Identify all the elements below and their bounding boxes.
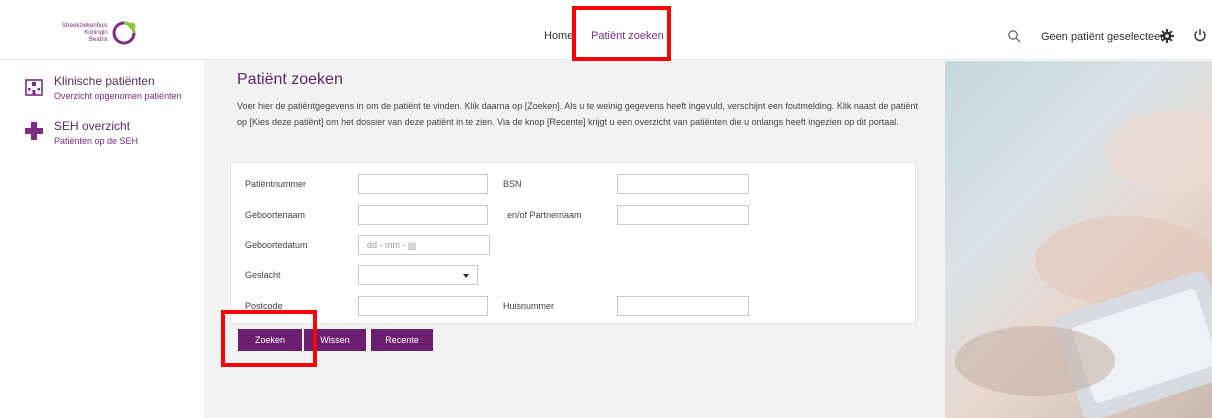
search-icon[interactable] [1007, 29, 1021, 43]
huisnummer-input[interactable] [617, 296, 749, 316]
recente-button[interactable]: Recente [371, 329, 433, 351]
sidebar-item-subtitle: Overzicht opgenomen patiënten [54, 91, 182, 101]
geslacht-select[interactable] [358, 265, 478, 285]
hands-tablet-image [955, 111, 1212, 418]
patient-status[interactable]: Geen patiënt geselecteerd [1041, 31, 1170, 43]
chevron-down-icon [463, 274, 469, 278]
bsn-label: BSN [503, 179, 522, 189]
geboortedatum-placeholder: dd - mm - jjjj [367, 240, 416, 250]
bsn-input[interactable] [617, 174, 749, 194]
logo-text: Streekziekenhuis Koningin Beatrix [62, 22, 108, 43]
geboortedatum-input[interactable]: dd - mm - jjjj [358, 235, 490, 255]
main-content: Patiënt zoeken Voer hier de patiëntgegev… [207, 61, 945, 418]
search-form: Patiëntnummer BSN Geboortenaam en/of Par… [230, 162, 916, 324]
geslacht-label: Geslacht [245, 270, 281, 280]
hospital-icon [25, 79, 43, 96]
huisnummer-label: Huisnummer [503, 301, 555, 311]
sidebar-item-subtitle: Patiënten op de SEH [54, 136, 139, 146]
logo-mark-icon [112, 21, 136, 45]
postcode-input[interactable] [358, 296, 488, 316]
app-header: Streekziekenhuis Koningin Beatrix Home P… [0, 0, 1212, 61]
geboortenaam-label: Geboortenaam [245, 210, 306, 220]
hero-photo [945, 61, 1212, 418]
power-icon[interactable] [1193, 28, 1207, 42]
nav-home[interactable]: Home [544, 30, 573, 42]
hospital-logo[interactable]: Streekziekenhuis Koningin Beatrix [62, 20, 137, 46]
sidebar-item-seh-overzicht[interactable]: SEH overzicht Patiënten op de SEH [24, 119, 138, 148]
sidebar-item-title: Klinische patiënten [54, 74, 155, 88]
intro-text: Voer hier de patiëntgegevens in om de pa… [237, 101, 918, 127]
partnernaam-label: en/of Partnernaam [507, 210, 582, 220]
patientnummer-label: Patiëntnummer [245, 179, 307, 189]
highlight-box-nav [572, 6, 671, 61]
sidebar-item-klinische-patienten[interactable]: Klinische patiënten Overzicht opgenomen … [24, 74, 182, 103]
highlight-box-zoeken [221, 310, 317, 367]
gear-icon[interactable] [1160, 29, 1174, 43]
geboortenaam-input[interactable] [358, 205, 488, 225]
partnernaam-input[interactable] [617, 205, 749, 225]
page-title: Patiënt zoeken [237, 71, 343, 88]
patientnummer-input[interactable] [358, 174, 488, 194]
cross-icon [25, 122, 43, 140]
sidebar: Klinische patiënten Overzicht opgenomen … [0, 61, 206, 418]
geboortedatum-label: Geboortedatum [245, 240, 308, 250]
sidebar-item-title: SEH overzicht [54, 119, 131, 133]
